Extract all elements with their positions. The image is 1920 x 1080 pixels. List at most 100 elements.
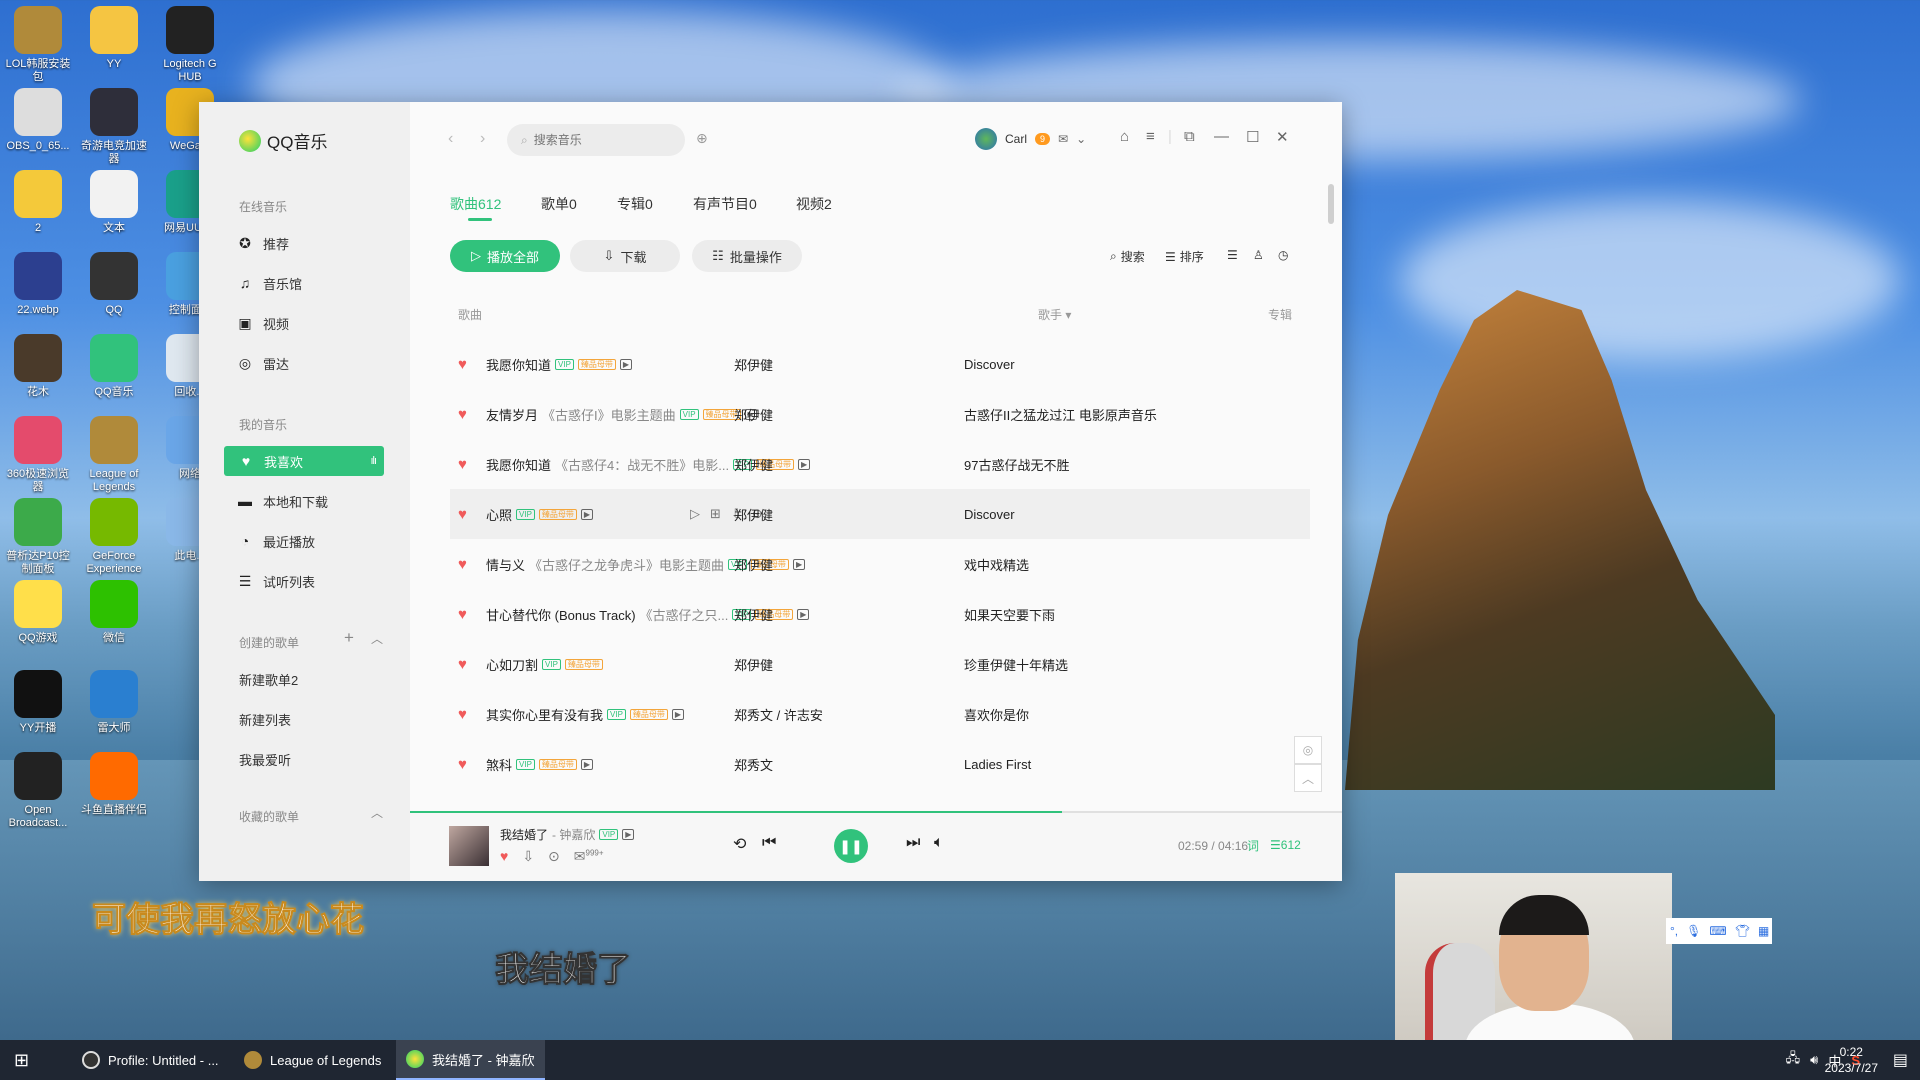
artist-cell[interactable]: 郑伊健 xyxy=(734,655,773,674)
user-name[interactable]: Carl xyxy=(1005,132,1027,146)
song-title-cell[interactable]: 其实你心里有没有我 VIP 臻品母带 ▶ xyxy=(486,705,685,724)
desktop-icon[interactable]: GeForce Experience xyxy=(78,498,150,576)
sidebar-item-recent[interactable]: ◔ 最近播放 xyxy=(237,526,413,556)
sidebar-item-radar[interactable]: ◎ 雷达 xyxy=(237,348,413,378)
artist-view-icon[interactable]: ♙ xyxy=(1253,248,1264,262)
close-icon[interactable]: ✕ xyxy=(1276,128,1289,146)
search-box[interactable]: ⌕ xyxy=(507,124,685,156)
desktop-icon[interactable]: LOL韩服安装包 xyxy=(2,6,74,84)
desktop-icon[interactable]: 斗鱼直播伴侣 xyxy=(78,752,150,817)
desktop-lyric-line1[interactable]: 可使我再怒放心花 xyxy=(92,892,365,941)
ime-keyboard-icon[interactable]: ⌨︎ xyxy=(1709,924,1726,938)
now-playing-title[interactable]: 我结婚了 - 钟嘉欣 VIP ▶ xyxy=(500,826,635,843)
search-input[interactable] xyxy=(533,133,664,147)
taskbar-item-qqmusic[interactable]: 我结婚了 - 钟嘉欣 xyxy=(396,1040,545,1080)
desktop-icon[interactable]: YY xyxy=(78,6,150,71)
voice-search-icon[interactable]: ⊕ xyxy=(696,130,708,147)
back-arrow-icon[interactable]: ‹ xyxy=(448,130,453,148)
mail-icon[interactable]: ✉ xyxy=(1058,132,1068,146)
history-view-icon[interactable]: ◷ xyxy=(1278,248,1288,262)
mv-tag[interactable]: ▶ xyxy=(619,358,633,370)
taskbar-item-league[interactable]: League of Legends xyxy=(234,1040,391,1080)
desktop-icon[interactable]: QQ游戏 xyxy=(2,580,74,645)
sidebar-item-video[interactable]: ▣ 视频 xyxy=(237,308,413,338)
album-cell[interactable]: 古惑仔II之猛龙过江 电影原声音乐 xyxy=(964,405,1157,424)
vip-level-badge[interactable]: 9 xyxy=(1035,133,1051,145)
like-heart-icon[interactable]: ♥ xyxy=(458,356,467,373)
album-cell[interactable]: 戏中戏精选 xyxy=(964,555,1029,574)
album-cell[interactable]: Discover xyxy=(964,357,1015,372)
song-title[interactable]: 我愿你知道 xyxy=(486,355,551,374)
desktop-icon[interactable]: 普析达P10控制面板 xyxy=(2,498,74,576)
like-heart-icon[interactable]: ♥ xyxy=(458,756,467,773)
locate-playing-icon[interactable]: ◎ xyxy=(1294,736,1322,764)
song-title[interactable]: 情与义 xyxy=(486,555,525,574)
ime-toolbar[interactable]: °, 🎙︎ ⌨︎ 👕︎ ▦ xyxy=(1666,918,1772,944)
song-title-cell[interactable]: 煞科 VIP 臻品母带 ▶ xyxy=(486,755,594,774)
previous-icon[interactable]: ⏮ xyxy=(762,834,776,852)
download-button[interactable]: ⇩ 下载 xyxy=(570,240,680,272)
sidebar-item-music-hall[interactable]: ♫ 音乐馆 xyxy=(237,268,413,298)
column-header-artist[interactable]: 歌手 ▾ xyxy=(1038,306,1071,323)
album-cell[interactable]: 97古惑仔战无不胜 xyxy=(964,455,1069,474)
mv-tag[interactable]: ▶ xyxy=(671,708,685,720)
artist-cell[interactable]: 郑伊健 xyxy=(734,355,773,374)
add-playlist-icon[interactable]: + xyxy=(344,628,354,648)
search-in-list-button[interactable]: ⌕ 搜索 xyxy=(1110,248,1145,265)
menu-icon[interactable]: ≡ xyxy=(1146,128,1155,145)
table-row[interactable]: ♥ 我愿你知道 《古惑仔4：战无不胜》电影... VIP 臻品母带 ▶ 郑伊健 97古惑仔战无… xyxy=(450,439,1310,489)
maximize-icon[interactable]: ☐ xyxy=(1246,128,1259,146)
mv-tag[interactable]: ▶ xyxy=(798,458,811,470)
comment-icon[interactable]: ✉999+ xyxy=(574,848,604,865)
desktop-icon[interactable]: YY开播 xyxy=(2,670,74,735)
song-title-cell[interactable]: 心如刀割 VIP 臻品母带 xyxy=(486,655,603,674)
album-cell[interactable]: 如果天空要下雨 xyxy=(964,605,1055,624)
desktop-icon[interactable]: 雷大师 xyxy=(78,670,150,735)
desktop-icon[interactable]: 22.webp xyxy=(2,252,74,317)
like-heart-icon[interactable]: ♥ xyxy=(458,506,467,523)
now-playing-artist[interactable]: - 钟嘉欣 xyxy=(552,826,595,843)
desktop-icon[interactable]: 文本 xyxy=(78,170,150,235)
lyrics-icon[interactable]: 词 xyxy=(1247,837,1259,854)
download-icon[interactable]: ⇩ xyxy=(522,848,534,865)
column-header-album[interactable]: 专辑 xyxy=(1268,306,1292,323)
play-all-button[interactable]: ▷ 播放全部 xyxy=(450,240,560,272)
list-view-icon[interactable]: ☰ xyxy=(1227,248,1238,262)
forward-arrow-icon[interactable]: › xyxy=(480,130,485,148)
batch-operation-button[interactable]: ☷ 批量操作 xyxy=(692,240,802,272)
sort-button[interactable]: ☰ 排序 xyxy=(1165,248,1204,265)
app-logo[interactable]: QQ音乐 xyxy=(239,128,327,153)
table-row[interactable]: ♥ 心如刀割 VIP 臻品母带 郑伊健 珍重伊健十年精选 xyxy=(450,639,1310,689)
sidebar-item-local-download[interactable]: ▬ 本地和下载 xyxy=(237,486,413,516)
album-cell[interactable]: Discover xyxy=(964,507,1015,522)
tab-songs[interactable]: 歌曲612 xyxy=(450,194,501,214)
ime-grid-icon[interactable]: ▦ xyxy=(1758,924,1769,938)
desktop-icon[interactable]: 2 xyxy=(2,170,74,235)
table-row[interactable]: ♥ 甘心替代你 (Bonus Track) 《古惑仔之只... VIP 臻品母带 ▶ 郑伊健… xyxy=(450,589,1310,639)
now-playing-song[interactable]: 我结婚了 xyxy=(500,826,548,843)
speaker-icon[interactable]: 🔊︎ xyxy=(1810,1052,1818,1068)
tab-playlists[interactable]: 歌单0 xyxy=(541,194,577,214)
song-title-cell[interactable]: 心照 VIP 臻品母带 ▶ xyxy=(486,505,594,524)
playlist-item[interactable]: 新建列表 xyxy=(239,710,291,729)
song-title[interactable]: 友情岁月 xyxy=(486,405,538,424)
network-icon[interactable]: 🖧︎ xyxy=(1786,1049,1801,1071)
like-heart-icon[interactable]: ♥ xyxy=(458,606,467,623)
song-title[interactable]: 心如刀割 xyxy=(486,655,538,674)
tab-videos[interactable]: 视频2 xyxy=(796,194,832,214)
mv-tag[interactable]: ▶ xyxy=(792,558,806,570)
back-to-top-icon[interactable]: ︿ xyxy=(1294,764,1322,792)
ime-mic-icon[interactable]: 🎙︎ xyxy=(1686,924,1701,938)
desktop-icon[interactable]: Open Broadcast... xyxy=(2,752,74,830)
avatar[interactable] xyxy=(975,128,997,150)
skin-icon[interactable]: ⌂ xyxy=(1120,128,1129,145)
album-cell[interactable]: 珍重伊健十年精选 xyxy=(964,655,1068,674)
song-title-cell[interactable]: 我愿你知道 VIP 臻品母带 ▶ xyxy=(486,355,633,374)
artist-cell[interactable]: 郑秀文 / 许志安 xyxy=(734,705,823,724)
song-title[interactable]: 其实你心里有没有我 xyxy=(486,705,603,724)
song-title[interactable]: 煞科 xyxy=(486,755,512,774)
desktop-icon[interactable]: League of Legends xyxy=(78,416,150,494)
like-heart-icon[interactable]: ♥ xyxy=(458,406,467,423)
mv-tag[interactable]: ▶ xyxy=(622,829,635,840)
column-header-song[interactable]: 歌曲 xyxy=(458,306,482,323)
